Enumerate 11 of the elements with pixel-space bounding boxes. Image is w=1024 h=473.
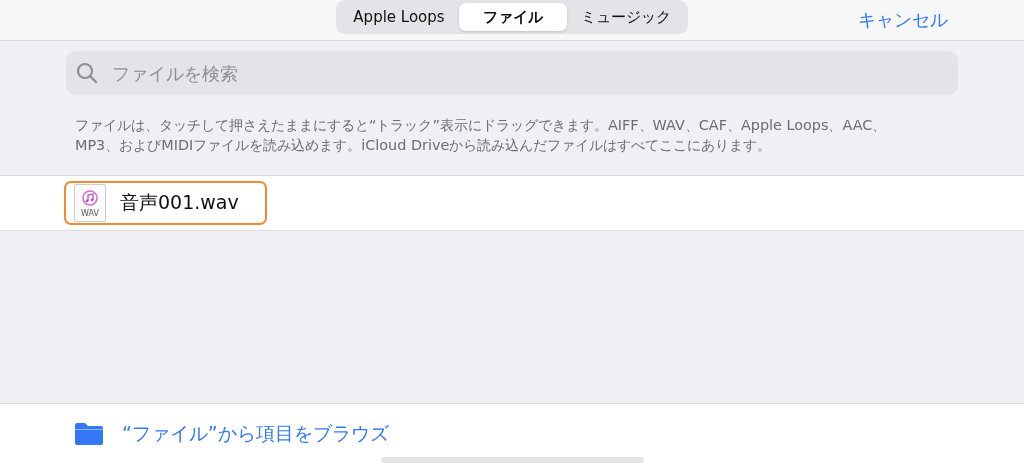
segment-tab[interactable]: ファイル xyxy=(458,3,567,31)
folder-icon xyxy=(74,422,104,446)
audio-file-icon: WAV xyxy=(74,184,106,222)
segment-tab[interactable]: Apple Loops xyxy=(339,3,459,31)
search-icon xyxy=(76,62,98,84)
segment-tab[interactable]: ミュージック xyxy=(566,3,685,31)
search-field[interactable]: ファイルを検索 xyxy=(66,51,958,95)
help-text: ファイルは、タッチして押さえたままにすると“トラック”表示にドラッグできます。AIFF、WAV、CAF、Apple Loops、AAC、MP3、およびMIDIファイルを読み込めます。iCloud Driveから読み込んだファイルはすべてここにあります。 xyxy=(74,116,888,155)
browse-link[interactable]: “ファイル”から項目をブラウズ xyxy=(122,421,389,447)
file-item[interactable]: WAV 音声001.wav xyxy=(64,181,267,225)
cancel-button[interactable]: キャンセル xyxy=(858,8,948,32)
